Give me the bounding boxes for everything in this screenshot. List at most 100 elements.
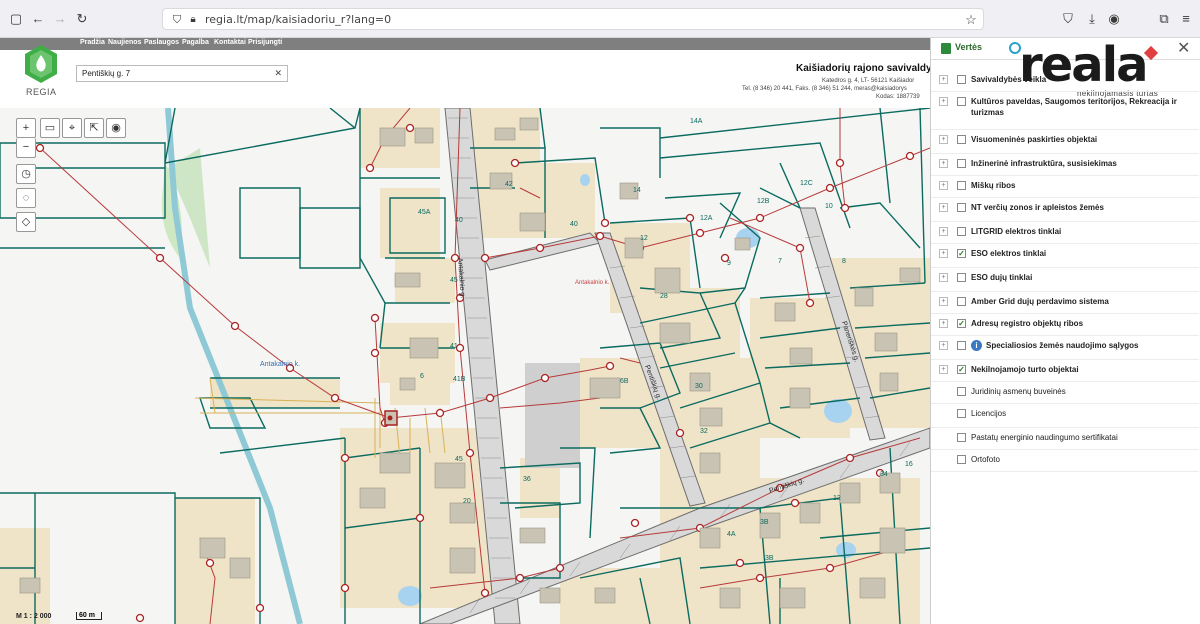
parcel-label: 28 [660, 293, 668, 300]
expand-icon[interactable]: + [939, 365, 948, 374]
layer-item[interactable]: + ✓ Adresų registro objektų ribos [931, 314, 1199, 336]
expand-icon[interactable]: + [939, 297, 948, 306]
cadastral-map[interactable]: 14A 12A 12B 12C 14 12 10 9 7 8 45A 40 42… [0, 108, 930, 624]
layer-checkbox[interactable] [957, 297, 966, 306]
nav-item-help[interactable]: Pagalba [182, 39, 209, 46]
layer-item[interactable]: Juridinių asmenų buveinės [931, 382, 1199, 404]
back-icon[interactable]: ← [30, 11, 46, 27]
layer-item[interactable]: + ESO dujų tinklai [931, 268, 1199, 292]
book-icon[interactable] [941, 43, 951, 54]
map-viewport[interactable]: 14A 12A 12B 12C 14 12 10 9 7 8 45A 40 42… [0, 108, 930, 624]
layer-item[interactable]: + NT verčių zonos ir apleistos žemės [931, 198, 1199, 222]
layer-checkbox[interactable] [957, 455, 966, 464]
pocket-icon[interactable]: ⛉ [1060, 11, 1076, 27]
layer-checkbox[interactable] [957, 135, 966, 144]
expand-icon[interactable]: + [939, 135, 948, 144]
expand-icon[interactable]: + [939, 203, 948, 212]
layer-item[interactable]: + Kultūros paveldas, Saugomos teritorijos… [931, 92, 1199, 130]
reload-icon[interactable]: ↻ [74, 11, 90, 27]
layer-checkbox[interactable] [957, 203, 966, 212]
layer-item[interactable]: + LITGRID elektros tinklai [931, 222, 1199, 244]
layer-checkbox[interactable]: ✓ [957, 249, 966, 258]
menu-icon[interactable]: ≡ [1178, 11, 1194, 27]
layer-item[interactable]: + Savivaldybės veikla [931, 70, 1199, 92]
locate-button[interactable]: ◉ [106, 118, 126, 138]
layers-panel: Vertės ✕ reala nekilnojamasis turtas + Sa… [930, 38, 1200, 624]
parcel-label: 8 [842, 258, 846, 265]
expand-icon[interactable]: + [939, 181, 948, 190]
layer-item[interactable]: + Inžinerinė infrastruktūra, susisiekimas [931, 154, 1199, 176]
layer-checkbox[interactable] [957, 97, 966, 106]
municipality-title: Kaišiadorių rajono savivaldyb [796, 63, 938, 74]
expand-icon[interactable]: + [939, 341, 948, 350]
parcel-label: 6B [620, 378, 629, 385]
nav-item-login[interactable]: Prisijungti [248, 39, 282, 46]
address-bar[interactable]: ⛉ 🔒︎ regia.lt/map/kaisiadoriu_r?lang=0 ☆ [162, 8, 984, 30]
clear-search-icon[interactable]: ✕ [274, 68, 282, 79]
tab-vertes[interactable]: Vertės [955, 42, 982, 52]
layer-checkbox[interactable] [957, 341, 966, 350]
expand-icon[interactable]: + [939, 319, 948, 328]
nav-item-services[interactable]: Paslaugos [144, 39, 179, 46]
close-icon[interactable]: ✕ [1177, 38, 1190, 58]
selected-property-marker[interactable] [384, 410, 398, 426]
mouse-tool-button[interactable]: ⌖ [62, 118, 82, 138]
layer-checkbox[interactable] [957, 409, 966, 418]
scale-bar: 60 m [76, 612, 102, 620]
parcel-label: 4A [727, 531, 736, 538]
measure-tool-button[interactable]: ▭ [40, 118, 60, 138]
draw-circle-button[interactable]: ◌ [16, 188, 36, 208]
layer-item[interactable]: + Miškų ribos [931, 176, 1199, 198]
layer-checkbox[interactable] [957, 159, 966, 168]
export-button[interactable]: ⇱ [84, 118, 104, 138]
expand-icon[interactable]: + [939, 273, 948, 282]
sidebar-toggle-icon[interactable]: ▢ [8, 11, 24, 27]
parcel-label: 12B [757, 198, 770, 205]
place-label: Antakalnio k. [260, 361, 300, 368]
municipality-code: Kodas: 1887739 [876, 94, 920, 100]
info-icon[interactable]: i [971, 340, 982, 351]
account-icon[interactable]: ◉ [1106, 11, 1122, 27]
forward-icon[interactable]: → [52, 11, 68, 27]
layer-checkbox[interactable] [957, 181, 966, 190]
expand-icon[interactable]: + [939, 97, 948, 106]
layer-item[interactable]: Licencijos [931, 404, 1199, 428]
nav-item-news[interactable]: Naujienos [108, 39, 141, 46]
layer-item[interactable]: + ✓ Nekilnojamojo turto objektai [931, 360, 1199, 382]
zoom-out-button[interactable]: − [16, 138, 36, 158]
draw-polygon-button[interactable]: ◇ [16, 212, 36, 232]
address-search-input[interactable]: Pentiškių g. 7 ✕ [76, 65, 288, 82]
extensions-icon[interactable]: ⧉ [1156, 11, 1172, 27]
regia-logo[interactable] [22, 44, 60, 84]
nav-item-contacts[interactable]: Kontaktai [214, 39, 246, 46]
top-navigation: Pradžia Naujienos Paslaugos Pagalba Kont… [0, 38, 930, 50]
download-icon[interactable]: ⤓ [1084, 11, 1100, 27]
layer-item[interactable]: Ortofoto [931, 450, 1199, 472]
layer-checkbox[interactable]: ✓ [957, 319, 966, 328]
layer-checkbox[interactable] [957, 273, 966, 282]
layer-item[interactable]: + i Specialiosios žemės naudojimo sąlygos [931, 336, 1199, 360]
layer-label: Juridinių asmenų buveinės [971, 387, 1066, 396]
history-button[interactable]: ◷ [16, 164, 36, 184]
expand-icon[interactable]: + [939, 75, 948, 84]
parcel-label: 32 [700, 428, 708, 435]
expand-icon[interactable]: + [939, 227, 948, 236]
layer-label: Visuomeninės paskirties objektai [971, 135, 1098, 144]
layer-item[interactable]: + Amber Grid dujų perdavimo sistema [931, 292, 1199, 314]
layer-checkbox[interactable] [957, 387, 966, 396]
nav-item-home[interactable]: Pradžia [80, 39, 105, 46]
layer-item[interactable]: + ✓ ESO elektros tinklai [931, 244, 1199, 268]
expand-icon[interactable]: + [939, 249, 948, 258]
parcel-label: 45 [450, 277, 458, 284]
pond [398, 586, 422, 606]
layer-checkbox[interactable] [957, 75, 966, 84]
layer-item[interactable]: Pastatų energinio naudingumo sertifikata… [931, 428, 1199, 450]
layer-item[interactable]: + Visuomeninės paskirties objektai [931, 130, 1199, 154]
layer-label: NT verčių zonos ir apleistos žemės [971, 203, 1104, 212]
bookmark-star-icon[interactable]: ☆ [963, 12, 979, 28]
layer-checkbox[interactable]: ✓ [957, 365, 966, 374]
expand-icon[interactable]: + [939, 159, 948, 168]
layer-checkbox[interactable] [957, 227, 966, 236]
zoom-in-button[interactable]: + [16, 118, 36, 138]
layer-checkbox[interactable] [957, 433, 966, 442]
